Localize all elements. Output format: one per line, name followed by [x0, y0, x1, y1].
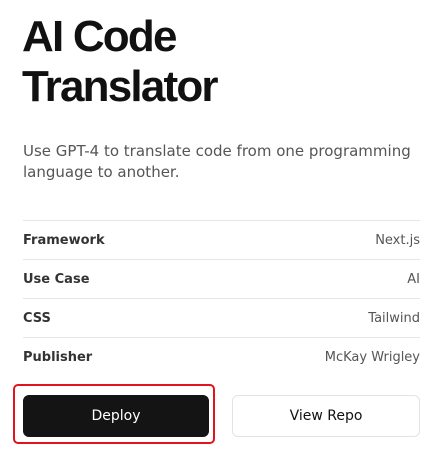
page-title-line-2: Translator — [22, 62, 219, 111]
detail-row-use-case: Use Case AI — [23, 260, 420, 299]
page-title: AI Code Translator — [22, 12, 422, 112]
detail-key: Use Case — [23, 271, 90, 287]
detail-row-publisher: Publisher McKay Wrigley — [23, 338, 420, 376]
detail-value: Next.js — [375, 232, 420, 248]
detail-value: AI — [407, 271, 420, 287]
detail-value: Tailwind — [368, 310, 420, 326]
template-description: Use GPT-4 to translate code from one pro… — [23, 142, 411, 181]
detail-row-framework: Framework Next.js — [23, 221, 420, 260]
detail-key: Publisher — [23, 349, 93, 365]
detail-key: Framework — [23, 232, 105, 248]
detail-key: CSS — [23, 310, 51, 326]
details-table: Framework Next.js Use Case AI CSS Tailwi… — [23, 220, 420, 376]
deploy-button[interactable]: Deploy — [23, 395, 209, 437]
view-repo-button[interactable]: View Repo — [232, 395, 420, 437]
detail-value: McKay Wrigley — [324, 349, 420, 365]
page-title-line-1: AI Code — [22, 12, 177, 61]
detail-row-css: CSS Tailwind — [23, 299, 420, 338]
